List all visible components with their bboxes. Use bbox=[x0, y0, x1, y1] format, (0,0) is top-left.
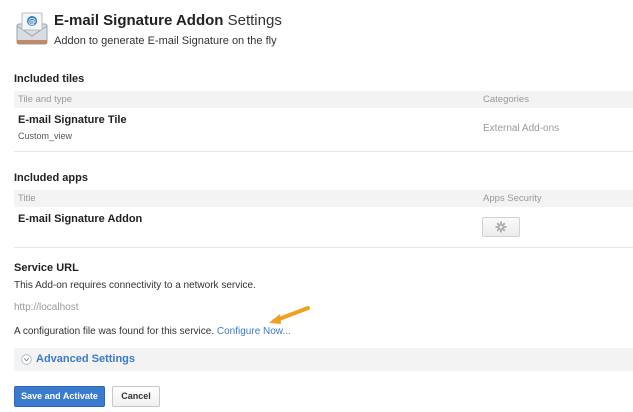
envelope-icon: @ bbox=[16, 12, 48, 45]
tile-name: E-mail Signature Tile bbox=[18, 114, 127, 126]
tiles-table-header: Tile and type Categories bbox=[14, 91, 633, 108]
divider bbox=[14, 151, 633, 152]
service-section-title: Service URL bbox=[14, 262, 79, 274]
advanced-settings-label: Advanced Settings bbox=[36, 353, 136, 365]
gear-icon bbox=[495, 221, 507, 233]
apps-column-title: Title bbox=[18, 193, 36, 204]
service-description: This Add-on requires connectivity to a n… bbox=[14, 280, 256, 291]
page-title-suffix: Settings bbox=[227, 12, 282, 29]
tile-category: External Add-ons bbox=[483, 123, 560, 134]
service-url: http://localhost bbox=[14, 302, 79, 313]
expand-circle-icon bbox=[21, 354, 32, 365]
tile-type: Custom_view bbox=[18, 131, 73, 141]
configure-now-link[interactable]: Configure Now... bbox=[217, 326, 291, 337]
page-title: E-mail Signature Addon Settings bbox=[54, 12, 282, 29]
svg-text:@: @ bbox=[28, 17, 36, 26]
page-subtitle: Addon to generate E-mail Signature on th… bbox=[54, 35, 277, 47]
apps-security-button[interactable] bbox=[482, 217, 520, 237]
app-name: E-mail Signature Addon bbox=[18, 213, 143, 225]
page-header: @ E-mail Signature Addon Settings Addon … bbox=[14, 10, 624, 50]
apps-table-header: Title Apps Security bbox=[14, 190, 633, 207]
apps-column-security: Apps Security bbox=[483, 193, 542, 204]
save-and-activate-button[interactable]: Save and Activate bbox=[14, 386, 105, 407]
advanced-settings-toggle[interactable]: Advanced Settings bbox=[14, 348, 633, 371]
tiles-column-categories: Categories bbox=[483, 94, 529, 105]
tiles-section-title: Included tiles bbox=[14, 73, 85, 85]
config-message: A configuration file was found for this … bbox=[14, 326, 291, 337]
page-title-bold: E-mail Signature Addon bbox=[54, 12, 224, 29]
config-text: A configuration file was found for this … bbox=[14, 326, 215, 337]
apps-section-title: Included apps bbox=[14, 172, 88, 184]
arrow-pointer-icon bbox=[269, 306, 310, 324]
cancel-button[interactable]: Cancel bbox=[112, 386, 160, 407]
tiles-column-tile-and-type: Tile and type bbox=[18, 94, 73, 105]
divider bbox=[14, 247, 633, 248]
